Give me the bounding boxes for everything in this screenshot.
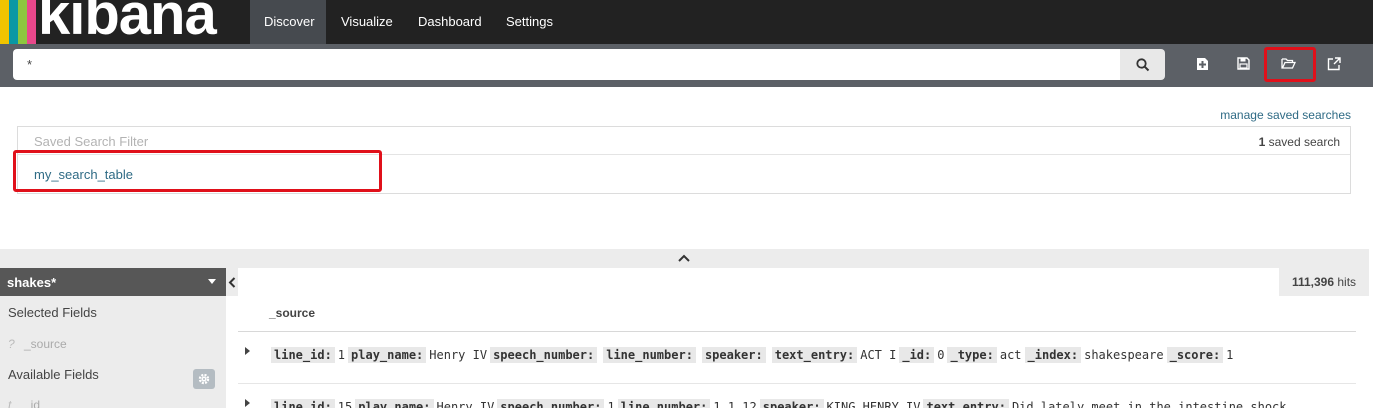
field-key: speaker: <box>759 399 824 408</box>
share-icon <box>1327 57 1341 71</box>
available-fields-heading: Available Fields <box>8 367 99 382</box>
field-type-icon: ? <box>8 337 15 351</box>
table-row[interactable]: line_id: 1 play_name: Henry IV speech_number… <box>238 336 1356 366</box>
field-item[interactable]: t _id <box>8 398 40 408</box>
field-value: ACT I <box>860 348 897 362</box>
field-key: speech_number: <box>490 347 598 363</box>
field-key: _score: <box>1166 347 1224 363</box>
field-key: _id: <box>899 347 935 363</box>
field-key: text_entry: <box>923 399 1009 408</box>
chevron-left-icon <box>228 277 236 288</box>
field-value: KING HENRY IV <box>826 400 921 408</box>
chevron-up-icon <box>678 254 690 262</box>
collapse-sidebar-button[interactable] <box>226 268 238 296</box>
field-type-icon: t <box>8 398 12 408</box>
document-source: line_id: 15 play_name: Henry IV speech_numbe… <box>271 399 1290 408</box>
search-button[interactable] <box>1120 49 1165 80</box>
field-key: speech_number: <box>497 399 605 408</box>
save-icon <box>1237 57 1250 70</box>
manage-saved-searches-link[interactable]: manage saved searches <box>1220 108 1351 122</box>
highlight-box <box>13 150 382 192</box>
logo-text: kibana <box>38 0 217 44</box>
tab-settings[interactable]: Settings <box>492 0 567 44</box>
field-key: _index: <box>1024 347 1082 363</box>
field-value: 1 <box>337 348 346 362</box>
saved-count-label: saved search <box>1268 135 1340 149</box>
tab-discover[interactable]: Discover <box>250 0 326 44</box>
field-value: Did lately meet in the intestine shock <box>1011 400 1287 408</box>
field-key: play_name: <box>348 347 427 363</box>
field-value: shakespeare <box>1084 348 1164 362</box>
gear-icon <box>198 373 210 385</box>
field-value: 1 <box>607 400 615 408</box>
table-row[interactable]: line_id: 15 play_name: Henry IV speech_numbe… <box>238 388 1356 408</box>
collapse-panel-bar[interactable] <box>0 249 1369 268</box>
share-button[interactable] <box>1316 50 1352 80</box>
search-bar <box>0 44 1373 87</box>
selected-fields-heading: Selected Fields <box>8 305 97 320</box>
field-value: 15 <box>337 400 353 408</box>
field-sidebar: shakes* Selected Fields ? _source Availab… <box>0 268 226 408</box>
field-key: line_number: <box>603 347 696 363</box>
index-pattern-selector[interactable]: shakes* <box>0 268 226 296</box>
caret-right-icon[interactable] <box>245 347 250 355</box>
field-value: 1.1.12 <box>713 400 757 408</box>
field-key: play_name: <box>355 399 434 408</box>
new-search-icon <box>1197 58 1208 70</box>
index-pattern-name: shakes* <box>7 275 57 290</box>
field-value: 1 <box>1226 348 1234 362</box>
caret-right-icon[interactable] <box>245 399 250 407</box>
field-key: line_id: <box>271 347 335 363</box>
top-navbar: kibana Discover Visualize Dashboard Sett… <box>0 0 1373 44</box>
hits-count: 111,396 hits <box>1279 268 1369 296</box>
document-source: line_id: 1 play_name: Henry IV speech_number… <box>271 347 1236 363</box>
divider <box>238 331 1356 332</box>
field-value: Henry IV <box>436 400 495 408</box>
field-key: line_id: <box>271 399 335 408</box>
search-icon <box>1136 58 1150 72</box>
field-key: line_number: <box>617 399 711 408</box>
logo-stripe <box>18 0 27 44</box>
divider <box>238 383 1356 384</box>
highlight-box <box>1264 47 1316 82</box>
field-settings-button[interactable] <box>193 369 215 389</box>
column-header-source[interactable]: _source <box>269 306 315 320</box>
new-search-button[interactable] <box>1185 50 1221 80</box>
hits-label: hits <box>1337 275 1357 289</box>
field-name: _id <box>24 398 41 408</box>
logo-stripe <box>27 0 36 44</box>
tab-visualize[interactable]: Visualize <box>327 0 407 44</box>
saved-count-number: 1 <box>1258 135 1266 149</box>
field-key: speaker: <box>701 347 766 363</box>
save-search-button[interactable] <box>1226 50 1262 80</box>
tab-dashboard[interactable]: Dashboard <box>404 0 496 44</box>
field-item[interactable]: ? _source <box>8 337 67 351</box>
kibana-logo[interactable]: kibana <box>0 0 232 44</box>
search-input[interactable] <box>13 49 1120 80</box>
field-value: Henry IV <box>429 348 488 362</box>
saved-search-count: 1 saved search <box>1259 135 1340 149</box>
field-value: 0 <box>937 348 945 362</box>
logo-stripe <box>0 0 9 44</box>
field-value: act <box>999 348 1022 362</box>
caret-down-icon <box>208 279 216 284</box>
field-key: _type: <box>947 347 997 363</box>
field-key: text_entry: <box>771 347 858 363</box>
field-name: _source <box>24 337 67 351</box>
hits-number: 111,396 <box>1291 275 1335 289</box>
logo-stripe <box>9 0 18 44</box>
